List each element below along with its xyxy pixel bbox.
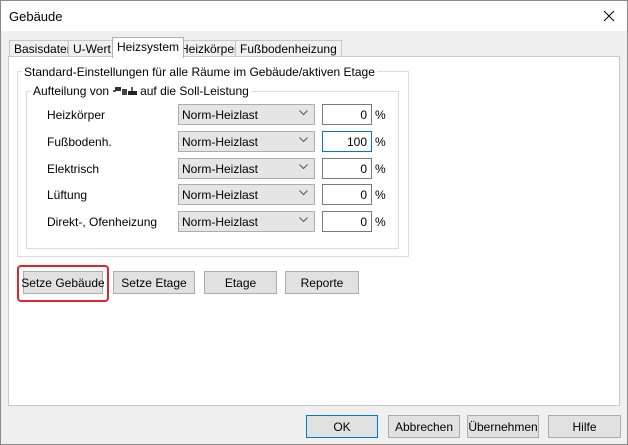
title-bar: Gebäude: [1, 1, 627, 31]
row-label-fussbodenheizung: Fußbodenh.: [47, 135, 112, 149]
tab-fussbodenheizung[interactable]: Fußbodenheizung: [235, 40, 342, 57]
heating-distribution-icon: [113, 87, 138, 95]
cancel-button[interactable]: Abbrechen: [388, 415, 460, 438]
percent-input-lueftung[interactable]: 0: [322, 184, 372, 205]
distribution-title-suffix: auf die Soll-Leistung: [140, 84, 249, 98]
mode-select-value: Norm-Heizlast: [182, 188, 259, 202]
chevron-down-icon: [299, 110, 308, 116]
ok-button[interactable]: OK: [306, 415, 378, 438]
tab-u-wert[interactable]: U-Wert: [68, 40, 116, 57]
mode-select-lueftung[interactable]: Norm-Heizlast: [178, 184, 315, 205]
percent-input-elektrisch[interactable]: 0: [322, 158, 372, 179]
chevron-down-icon: [299, 164, 308, 170]
tab-heizsystem[interactable]: Heizsystem: [112, 37, 185, 58]
gebaeude-dialog: Gebäude Basisdaten U-Wert Heizsystem Hei…: [0, 0, 628, 445]
mode-select-elektrisch[interactable]: Norm-Heizlast: [178, 158, 315, 179]
mode-select-value: Norm-Heizlast: [182, 215, 259, 229]
chevron-down-icon: [299, 137, 308, 143]
standard-settings-title: Standard-Einstellungen für alle Räume im…: [22, 65, 377, 79]
row-label-elektrisch: Elektrisch: [47, 162, 100, 176]
mode-select-value: Norm-Heizlast: [182, 108, 259, 122]
tab-heizkoerper[interactable]: Heizkörper: [175, 40, 244, 57]
close-button[interactable]: [591, 1, 627, 31]
distribution-title-prefix: Aufteilung von: [33, 84, 110, 98]
etage-button[interactable]: Etage: [204, 271, 277, 294]
percent-input-fussbodenheizung[interactable]: 100: [322, 131, 372, 152]
percent-input-direkt-ofenheizung[interactable]: 0: [322, 211, 372, 232]
help-button[interactable]: Hilfe: [548, 415, 621, 438]
percent-unit: %: [375, 162, 386, 176]
row-label-direkt-ofenheizung: Direkt-, Ofenheizung: [47, 215, 158, 229]
row-label-heizkoerper: Heizkörper: [47, 108, 106, 122]
apply-button[interactable]: Übernehmen: [467, 415, 539, 438]
percent-unit: %: [375, 215, 386, 229]
percent-unit: %: [375, 135, 386, 149]
chevron-down-icon: [299, 217, 308, 223]
reporte-button[interactable]: Reporte: [285, 271, 359, 294]
mode-select-value: Norm-Heizlast: [182, 162, 259, 176]
window-title: Gebäude: [9, 9, 63, 24]
row-label-lueftung: Lüftung: [47, 188, 88, 202]
mode-select-heizkoerper[interactable]: Norm-Heizlast: [178, 104, 315, 125]
close-icon: [603, 10, 615, 22]
percent-unit: %: [375, 188, 386, 202]
mode-select-fussbodenheizung[interactable]: Norm-Heizlast: [178, 131, 315, 152]
percent-input-heizkoerper[interactable]: 0: [322, 104, 372, 125]
chevron-down-icon: [299, 190, 308, 196]
distribution-title: Aufteilung von auf die Soll-Leistung: [31, 84, 251, 98]
mode-select-value: Norm-Heizlast: [182, 135, 259, 149]
percent-unit: %: [375, 108, 386, 122]
setze-gebaeude-button[interactable]: Setze Gebäude: [21, 271, 105, 294]
mode-select-direkt-ofenheizung[interactable]: Norm-Heizlast: [178, 211, 315, 232]
heizsystem-panel: Standard-Einstellungen für alle Räume im…: [8, 56, 620, 406]
setze-etage-button[interactable]: Setze Etage: [113, 271, 195, 294]
